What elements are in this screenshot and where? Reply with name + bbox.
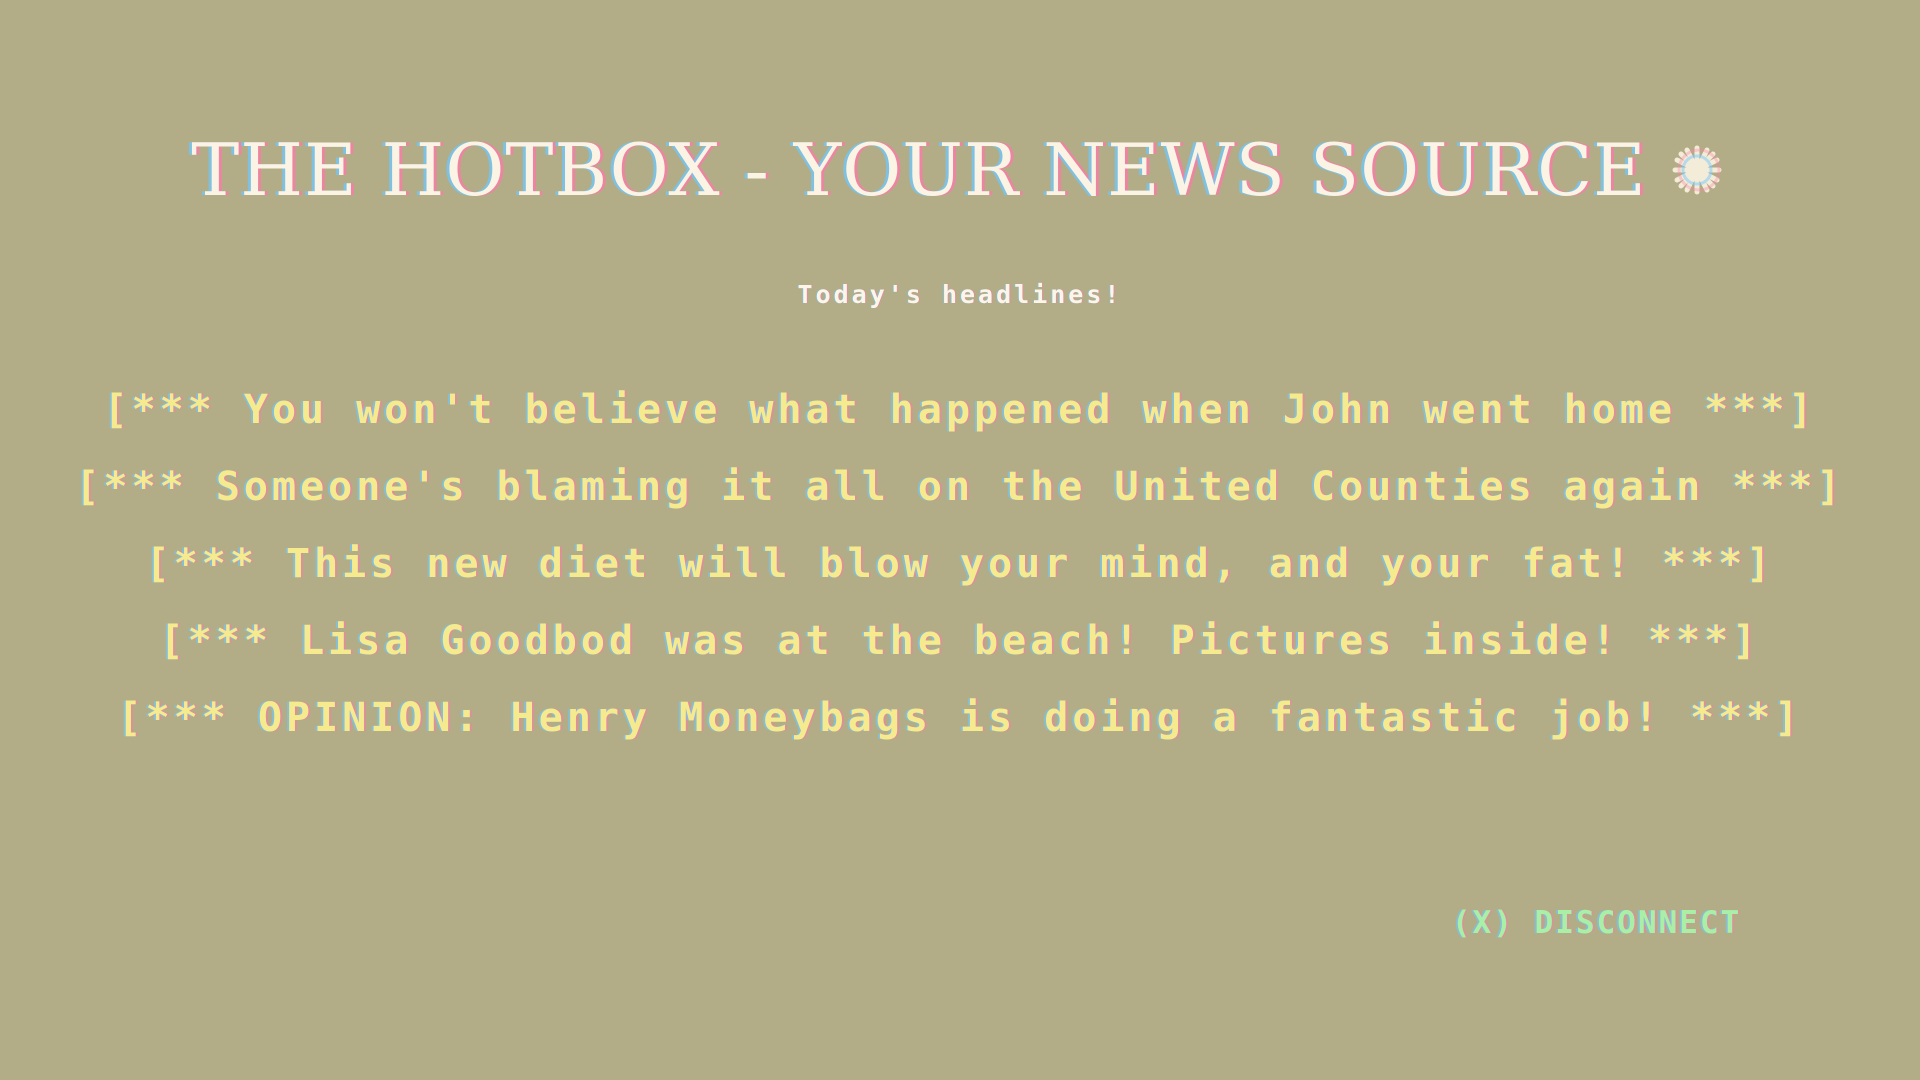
masthead-title: THE HOTBOX - YOUR NEWS SOURCE: [191, 128, 1647, 212]
disconnect-button[interactable]: (X) DISCONNECT: [1452, 905, 1741, 941]
headline-link[interactable]: [*** OPINION: Henry Moneybags is doing a…: [0, 680, 1920, 757]
masthead: THE HOTBOX - YOUR NEWS SOURCE: [0, 128, 1920, 212]
headline-list: [*** You won't believe what happened whe…: [0, 372, 1920, 757]
headlines-subtitle: Today's headlines!: [797, 280, 1123, 309]
headline-link[interactable]: [*** Lisa Goodbod was at the beach! Pict…: [0, 603, 1920, 680]
headline-link[interactable]: [*** Someone's blaming it all on the Uni…: [0, 449, 1920, 526]
news-terminal-screen: THE HOTBOX - YOUR NEWS SOURCE Today's he…: [0, 0, 1920, 1080]
headline-link[interactable]: [*** This new diet will blow your mind, …: [0, 526, 1920, 603]
sparkle-burst-icon: [1665, 138, 1729, 202]
headline-link[interactable]: [*** You won't believe what happened whe…: [0, 372, 1920, 449]
